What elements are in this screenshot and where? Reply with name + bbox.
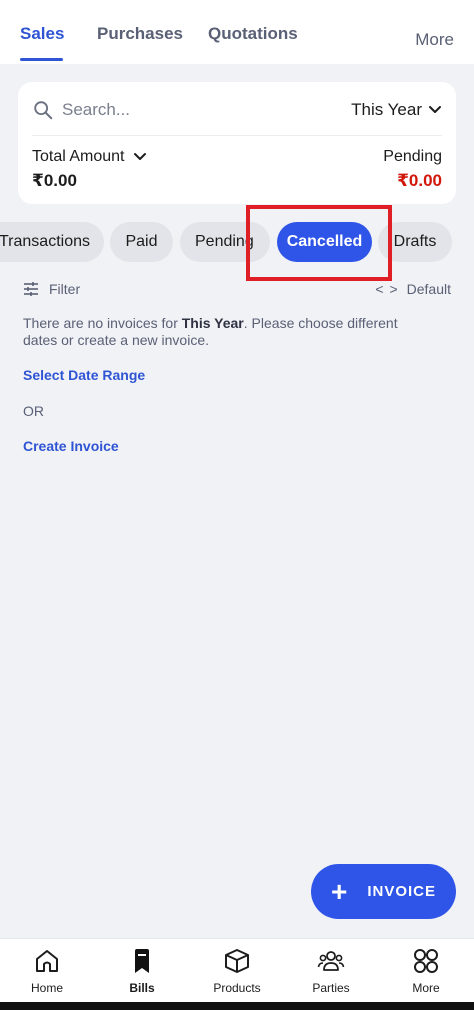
- sliders-icon: [24, 282, 38, 296]
- add-invoice-label: INVOICE: [367, 883, 437, 900]
- search-input[interactable]: Search...: [62, 100, 351, 120]
- empty-message-start: There are no invoices for: [23, 315, 182, 331]
- nav-more[interactable]: More: [386, 947, 466, 1003]
- period-select-label: This Year: [351, 100, 422, 119]
- nav-parties[interactable]: Parties: [291, 947, 371, 1003]
- summary-card: Search... This Year Total Amount ₹0.00 P…: [18, 82, 456, 204]
- nav-products-label: Products: [213, 981, 261, 995]
- add-invoice-button[interactable]: + INVOICE: [311, 864, 456, 919]
- home-icon: [36, 950, 58, 972]
- active-tab-indicator: [20, 58, 63, 61]
- tab-purchases[interactable]: Purchases: [97, 24, 183, 44]
- filter-label: Filter: [49, 281, 81, 297]
- chip-transactions[interactable]: Transactions: [0, 222, 104, 262]
- bottom-nav: Home Bills Products Parties More: [0, 938, 474, 1002]
- system-navigation-bar: [0, 1002, 474, 1010]
- total-amount-label: Total Amount: [32, 148, 125, 165]
- sort-label: Default: [406, 281, 451, 297]
- card-divider: [32, 135, 442, 136]
- filter-button[interactable]: Filter: [23, 281, 80, 297]
- code-icon: < >: [375, 281, 399, 297]
- status-filter-chips: Transactions Paid Pending Cancelled Draf…: [0, 222, 474, 264]
- bookmark-icon: [135, 949, 149, 973]
- nav-home[interactable]: Home: [7, 947, 87, 1003]
- users-icon: [317, 951, 345, 971]
- search-row: Search... This Year: [32, 96, 442, 124]
- pending-value: ₹0.00: [397, 171, 442, 190]
- tab-quotations[interactable]: Quotations: [208, 24, 298, 44]
- or-separator: OR: [23, 403, 44, 419]
- box-icon: [225, 949, 249, 973]
- chevron-down-icon: [429, 106, 441, 113]
- search-icon: [34, 101, 53, 120]
- nav-bills-label: Bills: [129, 981, 155, 995]
- chevron-down-icon: [133, 153, 146, 160]
- tab-sales[interactable]: Sales: [20, 24, 64, 44]
- period-select[interactable]: This Year: [351, 100, 442, 120]
- nav-home-label: Home: [30, 981, 63, 995]
- nav-more-label: More: [412, 981, 440, 995]
- nav-bills[interactable]: Bills: [102, 947, 182, 1003]
- total-amount-value: ₹0.00: [32, 171, 77, 190]
- pending-label: Pending: [383, 148, 442, 165]
- highlight-box: [246, 205, 392, 281]
- sort-button[interactable]: < > Default: [375, 281, 451, 297]
- top-tab-bar: Sales Purchases Quotations More: [0, 0, 474, 64]
- total-amount-dropdown[interactable]: Total Amount: [32, 148, 147, 166]
- grid-icon: [414, 949, 438, 973]
- create-invoice-link[interactable]: Create Invoice: [23, 438, 119, 454]
- plus-icon: +: [330, 875, 348, 907]
- select-date-range-link[interactable]: Select Date Range: [23, 367, 145, 383]
- chip-paid[interactable]: Paid: [110, 222, 173, 262]
- empty-message-period: This Year: [181, 315, 244, 331]
- empty-state-message: There are no invoices for This Year. Ple…: [23, 315, 403, 349]
- nav-parties-label: Parties: [312, 981, 350, 995]
- nav-products[interactable]: Products: [197, 947, 277, 1003]
- tab-more[interactable]: More: [415, 30, 454, 50]
